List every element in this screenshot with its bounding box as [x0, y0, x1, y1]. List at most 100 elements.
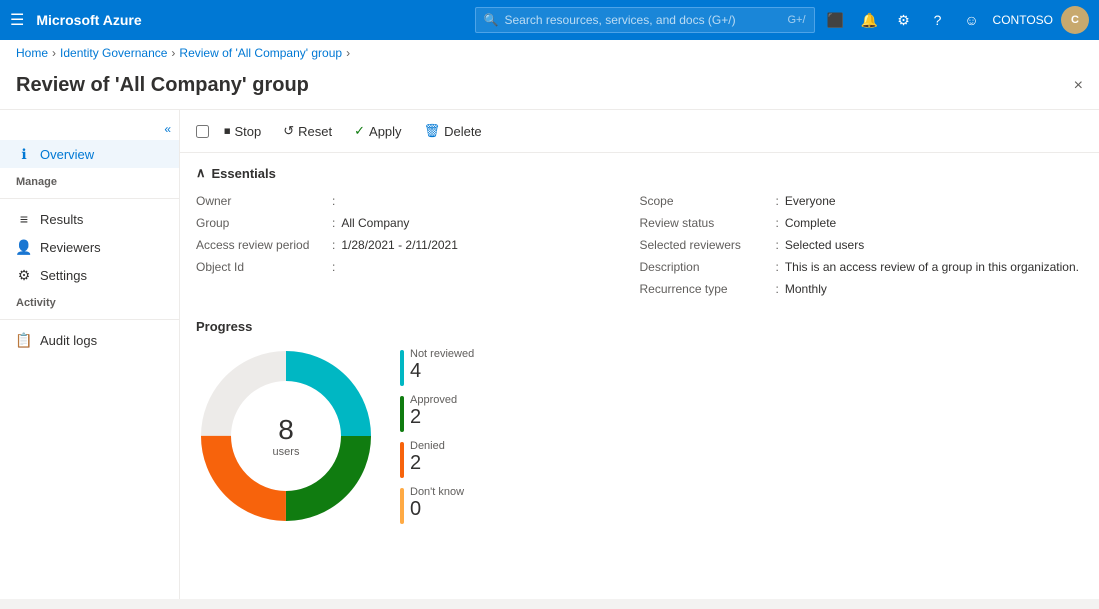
sidebar-item-audit-logs[interactable]: 📋 Audit logs	[0, 326, 179, 354]
search-input[interactable]	[505, 13, 782, 27]
owner-sep: :	[332, 194, 335, 208]
sidebar-results-label: Results	[40, 212, 83, 227]
group-label: Group	[196, 216, 326, 230]
essentials-grid: Owner : Group : All Company Access revie…	[196, 191, 1083, 299]
settings-icon[interactable]: ⚙	[891, 7, 917, 33]
content-area: ⏹ Stop ↺ Reset ✓ Apply 🗑 Delete ∧ Essent…	[180, 110, 1099, 599]
close-button[interactable]: ×	[1074, 77, 1083, 95]
dont-know-bar	[400, 488, 404, 524]
chart-area: 8users Not reviewed 4	[196, 346, 1083, 526]
scope-value: Everyone	[785, 194, 836, 208]
toolbar: ⏹ Stop ↺ Reset ✓ Apply 🗑 Delete	[180, 110, 1099, 153]
reviewers-icon: 👤	[16, 239, 32, 255]
essentials-recurrence-row: Recurrence type : Monthly	[640, 279, 1084, 299]
approved-text: Approved 2	[410, 394, 457, 428]
feedback-icon[interactable]: ☺	[959, 7, 985, 33]
search-shortcut: G+/	[788, 14, 806, 26]
search-icon: 🔍	[484, 13, 499, 27]
sidebar-item-settings[interactable]: ⚙ Settings	[0, 261, 179, 289]
reset-button[interactable]: ↺ Reset	[274, 118, 341, 144]
reset-label: Reset	[298, 124, 332, 139]
essentials-objectid-row: Object Id :	[196, 257, 640, 277]
notifications-icon[interactable]: 🔔	[857, 7, 883, 33]
sidebar-item-reviewers[interactable]: 👤 Reviewers	[0, 233, 179, 261]
essentials-scope-row: Scope : Everyone	[640, 191, 1084, 211]
recurrence-value: Monthly	[785, 282, 827, 296]
contoso-label: CONTOSO	[993, 13, 1053, 27]
donut-users-label: users	[273, 446, 300, 458]
approved-label: Approved	[410, 394, 457, 406]
owner-label: Owner	[196, 194, 326, 208]
stop-icon: ⏹	[224, 123, 231, 139]
results-icon: ≡	[16, 211, 32, 227]
essentials-chevron-icon: ∧	[196, 165, 206, 181]
essentials-title: Essentials	[212, 166, 276, 181]
hamburger-icon[interactable]: ☰	[10, 10, 24, 30]
help-icon[interactable]: ?	[925, 7, 951, 33]
not-reviewed-label: Not reviewed	[410, 348, 474, 360]
not-reviewed-text: Not reviewed 4	[410, 348, 474, 382]
reviewstatus-value: Complete	[785, 216, 836, 230]
denied-bar	[400, 442, 404, 478]
essentials-left-col: Owner : Group : All Company Access revie…	[196, 191, 640, 299]
period-value: 1/28/2021 - 2/11/2021	[341, 238, 458, 252]
period-sep: :	[332, 238, 335, 252]
donut-center: 8users	[273, 414, 300, 458]
approved-bar	[400, 396, 404, 432]
legend-approved: Approved 2	[400, 394, 474, 432]
delete-label: Delete	[444, 124, 482, 139]
reviewstatus-label: Review status	[640, 216, 770, 230]
top-navigation: ☰ Microsoft Azure 🔍 G+/ ️⬛ 🔔 ⚙ ? ☺ CONTO…	[0, 0, 1099, 40]
apply-button[interactable]: ✓ Apply	[345, 118, 410, 144]
essentials-owner-row: Owner :	[196, 191, 640, 211]
breadcrumb-sep-2: ›	[171, 46, 175, 60]
search-bar[interactable]: 🔍 G+/	[475, 7, 815, 33]
sidebar-overview-label: Overview	[40, 147, 94, 162]
delete-button[interactable]: 🗑 Delete	[415, 118, 491, 144]
objectid-label: Object Id	[196, 260, 326, 274]
not-reviewed-bar	[400, 350, 404, 386]
essentials-description-row: Description : This is an access review o…	[640, 257, 1084, 277]
legend-dont-know: Don't know 0	[400, 486, 474, 524]
selectedreviewers-label: Selected reviewers	[640, 238, 770, 252]
legend-not-reviewed: Not reviewed 4	[400, 348, 474, 386]
scope-sep: :	[776, 194, 779, 208]
dont-know-label: Don't know	[410, 486, 464, 498]
avatar[interactable]: C	[1061, 6, 1089, 34]
sidebar-divider-2	[0, 319, 179, 320]
breadcrumb-identity-governance[interactable]: Identity Governance	[60, 46, 167, 60]
breadcrumb-current[interactable]: Review of 'All Company' group	[179, 46, 342, 60]
description-label: Description	[640, 260, 770, 274]
sidebar-reviewers-label: Reviewers	[40, 240, 101, 255]
essentials-section: ∧ Essentials Owner : Group : All Company	[180, 153, 1099, 311]
stop-button[interactable]: ⏹ Stop	[215, 118, 270, 144]
sidebar-item-results[interactable]: ≡ Results	[0, 205, 179, 233]
sidebar: « ℹ Overview Manage ≡ Results 👤 Reviewer…	[0, 110, 180, 599]
not-reviewed-value: 4	[410, 360, 474, 382]
objectid-sep: :	[332, 260, 335, 274]
cloud-shell-icon[interactable]: ️⬛	[823, 7, 849, 33]
group-value: All Company	[341, 216, 409, 230]
recurrence-label: Recurrence type	[640, 282, 770, 296]
group-sep: :	[332, 216, 335, 230]
apply-label: Apply	[369, 124, 402, 139]
scope-label: Scope	[640, 194, 770, 208]
nav-icons: ️⬛ 🔔 ⚙ ? ☺ CONTOSO C	[823, 6, 1089, 34]
essentials-reviewstatus-row: Review status : Complete	[640, 213, 1084, 233]
audit-logs-icon: 📋	[16, 332, 32, 348]
breadcrumb-home[interactable]: Home	[16, 46, 48, 60]
azure-logo: Microsoft Azure	[36, 12, 466, 28]
stop-checkbox[interactable]	[196, 125, 209, 138]
approved-value: 2	[410, 406, 457, 428]
sidebar-settings-label: Settings	[40, 268, 87, 283]
page-header: Review of 'All Company' group ×	[0, 66, 1099, 110]
apply-icon: ✓	[354, 123, 365, 139]
essentials-period-row: Access review period : 1/28/2021 - 2/11/…	[196, 235, 640, 255]
chart-legend: Not reviewed 4 Approved 2	[400, 348, 474, 524]
description-sep: :	[776, 260, 779, 274]
sidebar-audit-logs-label: Audit logs	[40, 333, 97, 348]
sidebar-item-overview[interactable]: ℹ Overview	[0, 140, 179, 168]
essentials-header[interactable]: ∧ Essentials	[196, 165, 1083, 181]
breadcrumb-sep-1: ›	[52, 46, 56, 60]
sidebar-collapse-button[interactable]: «	[0, 118, 179, 140]
